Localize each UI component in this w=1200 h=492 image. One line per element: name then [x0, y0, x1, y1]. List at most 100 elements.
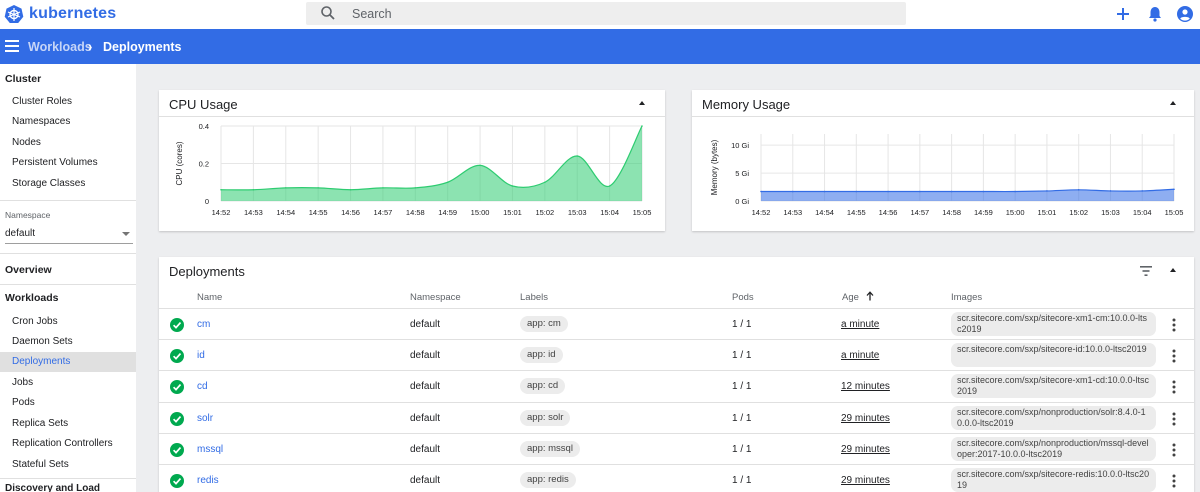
filter-icon[interactable]: [1139, 265, 1153, 277]
deployment-name-link[interactable]: solr: [197, 413, 213, 424]
cpu-data-point: [317, 187, 319, 189]
deployment-name-link[interactable]: mssql: [197, 444, 223, 455]
sidebar-item-stateful-sets[interactable]: Stateful Sets: [0, 455, 136, 475]
table-row[interactable]: cd default app: cd 1 / 1 12 minutes scr.sitec…: [159, 370, 1194, 401]
cpu-x-tick-label: 15:03: [568, 208, 587, 217]
more-vert-icon[interactable]: [1172, 443, 1176, 457]
deployments-card: Deployments Name Namespace Labels Pods A…: [159, 257, 1194, 492]
sidebar-item-persistent-volumes[interactable]: Persistent Volumes: [0, 153, 136, 173]
column-header-age[interactable]: Age: [842, 292, 859, 303]
deployment-pods: 1 / 1: [732, 444, 752, 455]
cpu-data-point: [414, 187, 417, 189]
deployment-age[interactable]: a minute: [841, 319, 879, 330]
sidebar-item-storage-classes[interactable]: Storage Classes: [0, 174, 136, 194]
sidebar-heading-cluster[interactable]: Cluster: [5, 73, 41, 85]
column-header-name[interactable]: Name: [197, 292, 222, 303]
sidebar-item-jobs[interactable]: Jobs: [0, 373, 136, 393]
account-icon[interactable]: [1176, 5, 1194, 23]
cpu-y-tick-label: 0: [205, 197, 209, 206]
cpu-x-tick-label: 15:00: [471, 208, 490, 217]
cpu-x-tick-label: 15:04: [600, 208, 619, 217]
search-input[interactable]: [352, 4, 892, 23]
add-icon[interactable]: [1114, 5, 1132, 23]
table-row[interactable]: mssql default app: mssql 1 / 1 29 minutes scr…: [159, 433, 1194, 464]
more-vert-icon[interactable]: [1172, 380, 1176, 394]
collapse-icon[interactable]: [639, 101, 645, 105]
sidebar-item-namespaces[interactable]: Namespaces: [0, 112, 136, 132]
deployment-age[interactable]: a minute: [841, 350, 879, 361]
deployment-age[interactable]: 29 minutes: [841, 413, 890, 424]
deployment-name-link[interactable]: id: [197, 350, 205, 361]
column-header-images: Images: [951, 292, 983, 303]
collapse-icon[interactable]: [1170, 268, 1176, 272]
deployment-name-link[interactable]: cm: [197, 319, 210, 330]
brand-name[interactable]: kubernetes: [29, 5, 116, 23]
deployment-name-link[interactable]: cd: [197, 381, 208, 392]
more-vert-icon[interactable]: [1172, 412, 1176, 426]
cpu-x-tick-label: 14:53: [244, 208, 263, 217]
memory-data-point: [1046, 190, 1048, 192]
sidebar-heading-workloads[interactable]: Workloads: [5, 292, 58, 304]
more-vert-icon[interactable]: [1172, 474, 1176, 488]
table-row[interactable]: cm default app: cm 1 / 1 a minute scr.sitecor…: [159, 308, 1194, 339]
image-chip: scr.sitecore.com/sxp/sitecore-id:10.0.0-…: [951, 343, 1156, 367]
deployment-pods: 1 / 1: [732, 319, 752, 330]
sidebar-item-replica-sets[interactable]: Replica Sets: [0, 414, 136, 434]
sort-arrow-up-icon[interactable]: [866, 291, 874, 301]
memory-y-tick-label: 0 Gi: [735, 197, 749, 206]
cpu-x-tick-label: 14:55: [309, 208, 328, 217]
more-vert-icon[interactable]: [1172, 318, 1176, 332]
more-vert-icon[interactable]: [1172, 349, 1176, 363]
table-row[interactable]: id default app: id 1 / 1 a minute scr.sitecor…: [159, 339, 1194, 370]
kubernetes-logo-icon[interactable]: [4, 4, 24, 24]
sidebar: Cluster Cluster Roles Namespaces Nodes P…: [0, 64, 136, 492]
collapse-icon[interactable]: [1170, 101, 1176, 105]
cpu-chart: 14:52 14:53 14:54 14:55 14:56 14:57 14:58 14:59…: [175, 122, 652, 217]
cpu-data-point: [641, 125, 643, 127]
cpu-data-point: [284, 187, 287, 189]
cpu-y-tick-label: 0.2: [199, 160, 209, 169]
sidebar-item-deployments[interactable]: Deployments: [0, 352, 136, 372]
memory-x-tick-label: 14:54: [815, 208, 834, 217]
deployment-age[interactable]: 12 minutes: [841, 381, 890, 392]
breadcrumb-workloads[interactable]: Workloads: [28, 40, 92, 54]
memory-data-point: [791, 190, 794, 193]
deployment-age[interactable]: 29 minutes: [841, 444, 890, 455]
hamburger-menu-icon[interactable]: [5, 40, 19, 52]
table-row[interactable]: solr default app: solr 1 / 1 29 minutes scr.s…: [159, 402, 1194, 433]
sidebar-item-cluster-roles[interactable]: Cluster Roles: [0, 92, 136, 112]
sidebar-divider: [0, 200, 136, 201]
sidebar-item-nodes[interactable]: Nodes: [0, 133, 136, 153]
sidebar-heading-discovery[interactable]: Discovery and Load Balancing: [5, 483, 136, 492]
label-chip: app: cd: [520, 378, 566, 394]
cpu-x-tick-label: 14:52: [212, 208, 231, 217]
deployment-pods: 1 / 1: [732, 475, 752, 486]
deployment-age[interactable]: 29 minutes: [841, 475, 890, 486]
image-chip: scr.sitecore.com/sxp/sitecore-xm1-cd:10.…: [951, 374, 1156, 398]
cpu-x-tick-label: 15:05: [633, 208, 652, 217]
memory-x-tick-label: 14:52: [752, 208, 771, 217]
cpu-usage-card: CPU Usage 14:52 14:53 14:54 14:55 14:56 14:57…: [159, 90, 665, 231]
namespace-select[interactable]: default: [5, 228, 133, 244]
deployment-name-link[interactable]: redis: [197, 475, 219, 486]
notifications-bell-icon[interactable]: [1146, 5, 1164, 23]
memory-x-tick-label: 14:55: [847, 208, 866, 217]
cpu-data-point: [349, 188, 352, 191]
cpu-data-point: [511, 185, 514, 187]
cpu-y-tick-label: 0.4: [199, 122, 209, 131]
memory-data-point: [1141, 190, 1144, 192]
sidebar-item-daemon-sets[interactable]: Daemon Sets: [0, 332, 136, 352]
sidebar-item-overview[interactable]: Overview: [5, 264, 52, 276]
table-row[interactable]: redis default app: redis 1 / 1 29 minutes scr…: [159, 464, 1194, 492]
deployments-title: Deployments: [169, 264, 245, 279]
column-header-namespace[interactable]: Namespace: [410, 292, 461, 303]
memory-data-point: [950, 190, 953, 193]
sidebar-divider: [0, 478, 136, 479]
sidebar-item-cron-jobs[interactable]: Cron Jobs: [0, 312, 136, 332]
search-bar[interactable]: [306, 2, 906, 25]
status-ok-check-icon: [170, 318, 184, 332]
status-ok-check-icon: [170, 380, 184, 394]
sidebar-item-pods[interactable]: Pods: [0, 393, 136, 413]
sidebar-item-replication-controllers[interactable]: Replication Controllers: [0, 434, 136, 454]
cpu-data-point: [576, 155, 579, 157]
